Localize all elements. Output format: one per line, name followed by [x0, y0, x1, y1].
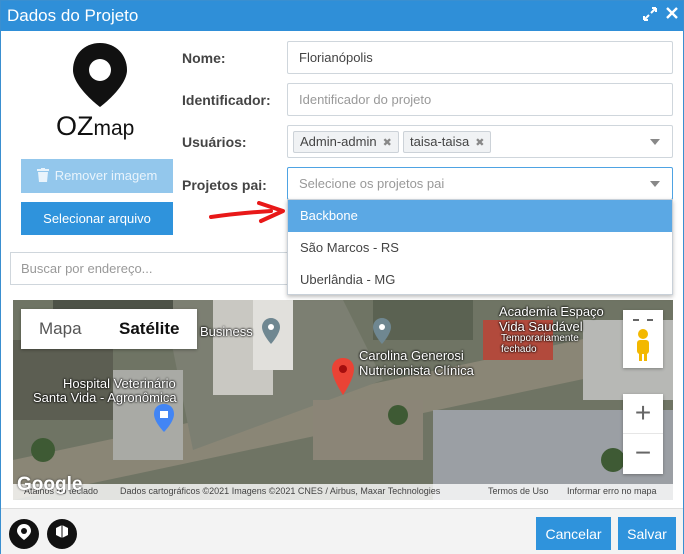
map-label: Business [200, 324, 253, 339]
zoom-in-button[interactable]: + [623, 394, 663, 434]
identifier-label: Identificador: [182, 92, 271, 108]
dropdown-option[interactable]: Backbone [288, 200, 672, 232]
map-type-tabs: Mapa Satélite [21, 309, 197, 349]
remove-image-button[interactable]: Remover imagem [21, 159, 173, 193]
parent-projects-placeholder: Selecione os projetos pai [299, 176, 445, 191]
google-logo: Google [17, 474, 83, 495]
cancel-button[interactable]: Cancelar [536, 517, 611, 550]
expand-icon[interactable] [641, 6, 659, 24]
map-label: Hospital Veterinário [63, 376, 176, 391]
close-icon[interactable] [663, 6, 681, 24]
map-data-attribution: Dados cartográficos ©2021 Imagens ©2021 … [120, 486, 441, 496]
user-tag: Admin-admin ✖ [293, 131, 399, 153]
terms-link[interactable]: Termos de Uso [488, 486, 549, 496]
dropdown-option[interactable]: Uberlândia - MG [288, 264, 672, 296]
users-select[interactable]: Admin-admin ✖ taisa-taisa ✖ [287, 125, 673, 158]
dialog-title: Dados do Projeto [7, 6, 139, 25]
map-label: Carolina Generosi [359, 348, 464, 363]
chevron-down-icon[interactable] [650, 181, 660, 187]
red-arrow-annotation [209, 201, 285, 223]
place-marker-icon[interactable] [261, 317, 281, 345]
tab-map[interactable]: Mapa [39, 319, 82, 339]
name-label: Nome: [182, 50, 226, 66]
address-search-input[interactable]: Buscar por endereço... [10, 252, 290, 285]
zoom-out-button[interactable]: − [623, 434, 663, 474]
tab-satellite[interactable]: Satélite [119, 319, 179, 339]
chevron-down-icon[interactable] [650, 139, 660, 145]
location-pin-icon[interactable] [331, 357, 355, 397]
remove-tag-icon[interactable]: ✖ [475, 137, 484, 149]
logo-wordmark: OZmap [56, 111, 135, 141]
street-view-pegman-icon[interactable] [623, 310, 663, 368]
ozmap-app-icon[interactable] [9, 519, 39, 549]
select-file-button[interactable]: Selecionar arquivo [21, 202, 173, 235]
dialog-titlebar: Dados do Projeto [1, 1, 683, 31]
map-label: Temporariamente [501, 333, 579, 344]
trash-icon [36, 167, 49, 185]
map-label: Nutricionista Clínica [359, 363, 474, 378]
project-dialog: Dados do Projeto OZmap Remover imagem Se… [0, 0, 684, 554]
parent-projects-dropdown: Backbone São Marcos - RS Uberlândia - MG [287, 199, 673, 295]
users-label: Usuários: [182, 134, 247, 150]
remove-tag-icon[interactable]: ✖ [383, 137, 392, 149]
map-label: fechado [501, 344, 537, 355]
parent-projects-select[interactable]: Selecione os projetos pai [287, 167, 673, 200]
map-label: Vida Saudável [499, 319, 583, 334]
devoz-app-icon[interactable] [47, 519, 77, 549]
parent-projects-label: Projetos pai: [182, 177, 267, 193]
map-label: Academia Espaço [499, 304, 604, 319]
dropdown-option[interactable]: São Marcos - RS [288, 232, 672, 264]
name-input[interactable]: Florianópolis [287, 41, 673, 74]
map-attribution-bar: Atalhos do teclado Dados cartográficos ©… [13, 484, 673, 500]
save-button[interactable]: Salvar [618, 517, 676, 550]
place-marker-icon[interactable] [372, 317, 392, 345]
identifier-input[interactable]: Identificador do projeto [287, 83, 673, 116]
user-tag: taisa-taisa ✖ [403, 131, 492, 153]
report-error-link[interactable]: Informar erro no mapa [567, 486, 657, 496]
zoom-controls: + − [623, 394, 663, 474]
dialog-footer: Cancelar Salvar [1, 508, 683, 554]
remove-image-label: Remover imagem [54, 167, 158, 183]
project-logo: OZmap [53, 41, 148, 146]
shopping-marker-icon[interactable] [153, 403, 175, 433]
